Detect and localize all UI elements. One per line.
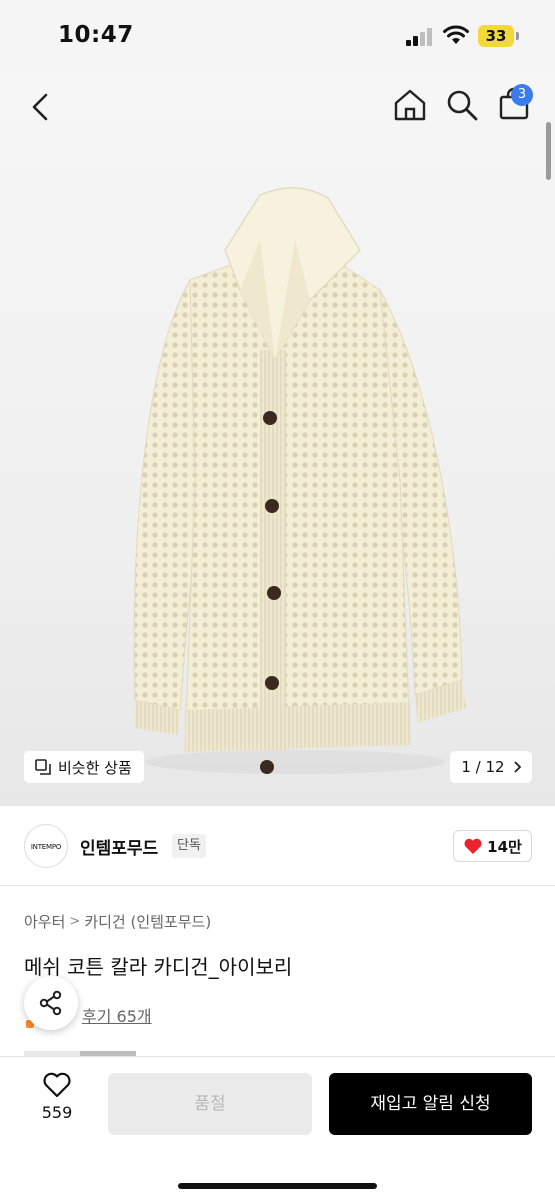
heart-outline-icon (43, 1072, 71, 1098)
share-button[interactable] (24, 976, 78, 1030)
restock-alert-button[interactable]: 재입고 알림 신청 (329, 1073, 532, 1135)
brand-row: INTEMPO 인템포무드 단독 14만 (0, 820, 555, 886)
breadcrumb-item[interactable]: 카디건 (인템포무드) (84, 911, 211, 932)
status-bar: 10:47 33 (0, 0, 555, 70)
share-icon (39, 990, 62, 1016)
brand-name[interactable]: 인템포무드 (80, 834, 158, 859)
wishlist-button[interactable]: 559 (28, 1071, 86, 1131)
exclusive-badge: 단독 (172, 834, 206, 858)
signal-icon (406, 28, 432, 46)
product-image (133, 187, 466, 774)
back-icon[interactable] (24, 90, 58, 124)
brand-like-button[interactable]: 14만 (453, 830, 532, 862)
home-icon[interactable] (392, 87, 428, 123)
soldout-button: 품절 (108, 1073, 312, 1135)
gallery-page-indicator[interactable]: 1 / 12 (450, 751, 532, 783)
similar-products-label: 비슷한 상품 (58, 758, 132, 777)
battery-tip (516, 32, 519, 40)
heart-filled-icon (464, 838, 482, 854)
breadcrumb-item[interactable]: 아우터 (24, 911, 65, 932)
bottom-action-bar: 559 품절 재입고 알림 신청 (0, 1056, 555, 1200)
chevron-right-icon (513, 761, 521, 773)
breadcrumb: 아우터 > 카디건 (인템포무드) (24, 911, 211, 932)
battery-icon: 33 (478, 25, 514, 47)
copy-icon (35, 759, 51, 775)
wishlist-count: 559 (41, 1103, 73, 1122)
cart-count-badge: 3 (511, 84, 533, 106)
brand-like-count: 14만 (487, 837, 522, 856)
page-indicator-text: 1 / 12 (461, 758, 505, 776)
brand-logo[interactable]: INTEMPO (24, 824, 68, 868)
product-gallery[interactable]: 3 비슷한 상품 1 / 12 (0, 70, 555, 806)
status-time: 10:47 (58, 22, 134, 48)
product-title: 메쉬 코튼 칼라 카디건_아이보리 (24, 955, 293, 979)
home-indicator (178, 1183, 377, 1189)
search-icon[interactable] (444, 87, 480, 123)
wifi-icon (443, 25, 469, 44)
similar-products-button[interactable]: 비슷한 상품 (24, 751, 144, 783)
review-count-link[interactable]: 후기 65개 (82, 1003, 152, 1027)
scroll-indicator (546, 122, 551, 180)
chevron-right-icon: > (69, 914, 81, 929)
